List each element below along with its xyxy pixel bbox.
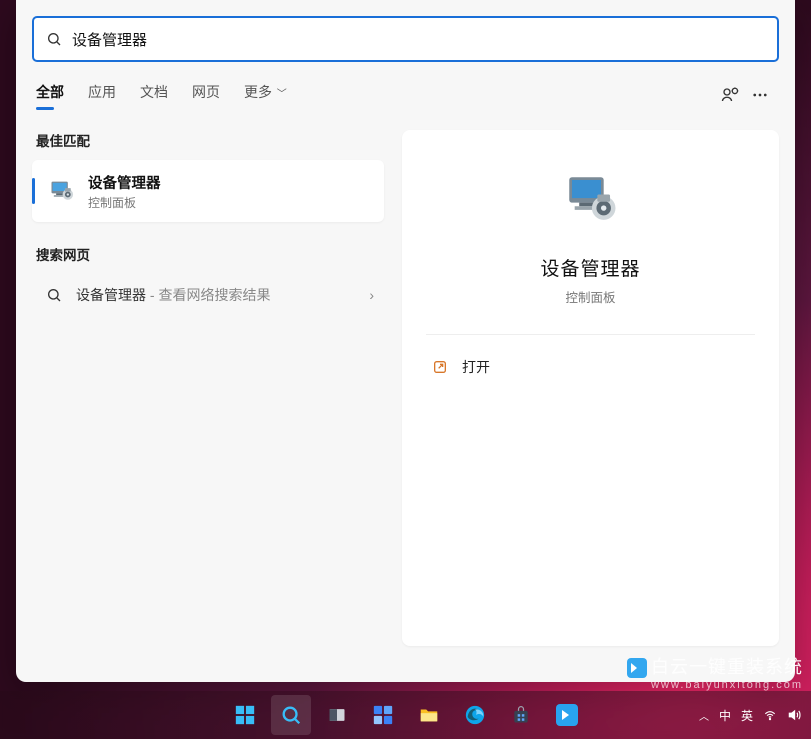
taskbar-center (225, 695, 587, 735)
search-web-heading: 搜索网页 (36, 244, 384, 264)
system-tray[interactable]: ︿ 中 英 (699, 707, 801, 724)
volume-icon[interactable] (787, 708, 801, 722)
lang-indicator[interactable]: 英 (741, 707, 753, 724)
search-taskbar-button[interactable] (271, 695, 311, 735)
folder-icon (418, 704, 440, 726)
web-search-result[interactable]: 设备管理器 - 查看网络搜索结果 › (32, 274, 384, 316)
open-external-icon (432, 359, 448, 375)
account-quick-settings-button[interactable] (715, 80, 745, 110)
task-view-button[interactable] (317, 695, 357, 735)
profile-settings-icon (721, 86, 739, 104)
ime-indicator[interactable]: 中 (719, 707, 731, 724)
search-panel: 全部 应用 文档 网页 更多 ﹀ 最佳匹配 (16, 0, 795, 682)
more-options-button[interactable] (745, 80, 775, 110)
file-explorer-button[interactable] (409, 695, 449, 735)
task-view-icon (327, 705, 347, 725)
device-manager-icon (48, 177, 76, 205)
widgets-button[interactable] (363, 695, 403, 735)
results-column: 最佳匹配 设备管理器 控制面板 搜索网页 (32, 130, 384, 646)
search-icon (46, 287, 62, 303)
tab-more-label: 更多 (244, 84, 272, 100)
device-manager-large-icon (562, 170, 620, 228)
start-button[interactable] (225, 695, 265, 735)
store-icon (511, 705, 531, 725)
app-icon (556, 704, 578, 726)
best-match-subtitle: 控制面板 (88, 194, 161, 211)
tab-apps[interactable]: 应用 (88, 82, 116, 108)
search-icon (280, 704, 302, 726)
preview-pane: 设备管理器 控制面板 打开 (402, 130, 779, 646)
ellipsis-icon (751, 86, 769, 104)
divider (426, 334, 755, 335)
microsoft-store-button[interactable] (501, 695, 541, 735)
web-result-suffix: - 查看网络搜索结果 (146, 287, 270, 303)
tray-chevron-icon[interactable]: ︿ (699, 708, 709, 723)
tab-web[interactable]: 网页 (192, 82, 220, 108)
open-action[interactable]: 打开 (426, 343, 755, 391)
widgets-icon (372, 704, 394, 726)
web-result-term: 设备管理器 (76, 287, 146, 303)
tab-documents[interactable]: 文档 (140, 82, 168, 108)
tab-all[interactable]: 全部 (36, 82, 64, 108)
wifi-icon[interactable] (763, 708, 777, 722)
edge-browser-button[interactable] (455, 695, 495, 735)
chevron-right-icon: › (369, 287, 374, 303)
windows-start-icon (234, 704, 256, 726)
preview-title: 设备管理器 (540, 254, 640, 281)
best-match-title: 设备管理器 (88, 172, 161, 193)
preview-subtitle: 控制面板 (565, 287, 615, 306)
search-icon (46, 31, 62, 47)
tab-more[interactable]: 更多 ﹀ (244, 82, 287, 108)
open-action-label: 打开 (462, 357, 490, 377)
search-box[interactable] (32, 16, 779, 62)
selection-indicator (32, 178, 35, 204)
best-match-heading: 最佳匹配 (36, 130, 384, 150)
best-match-result[interactable]: 设备管理器 控制面板 (32, 160, 384, 222)
search-input[interactable] (62, 31, 765, 48)
web-result-text: 设备管理器 - 查看网络搜索结果 (76, 285, 270, 305)
edge-icon (464, 704, 486, 726)
pinned-app-button[interactable] (547, 695, 587, 735)
filter-tabs-row: 全部 应用 文档 网页 更多 ﹀ (36, 80, 775, 110)
taskbar: ︿ 中 英 (0, 691, 811, 739)
chevron-down-icon: ﹀ (274, 89, 287, 100)
